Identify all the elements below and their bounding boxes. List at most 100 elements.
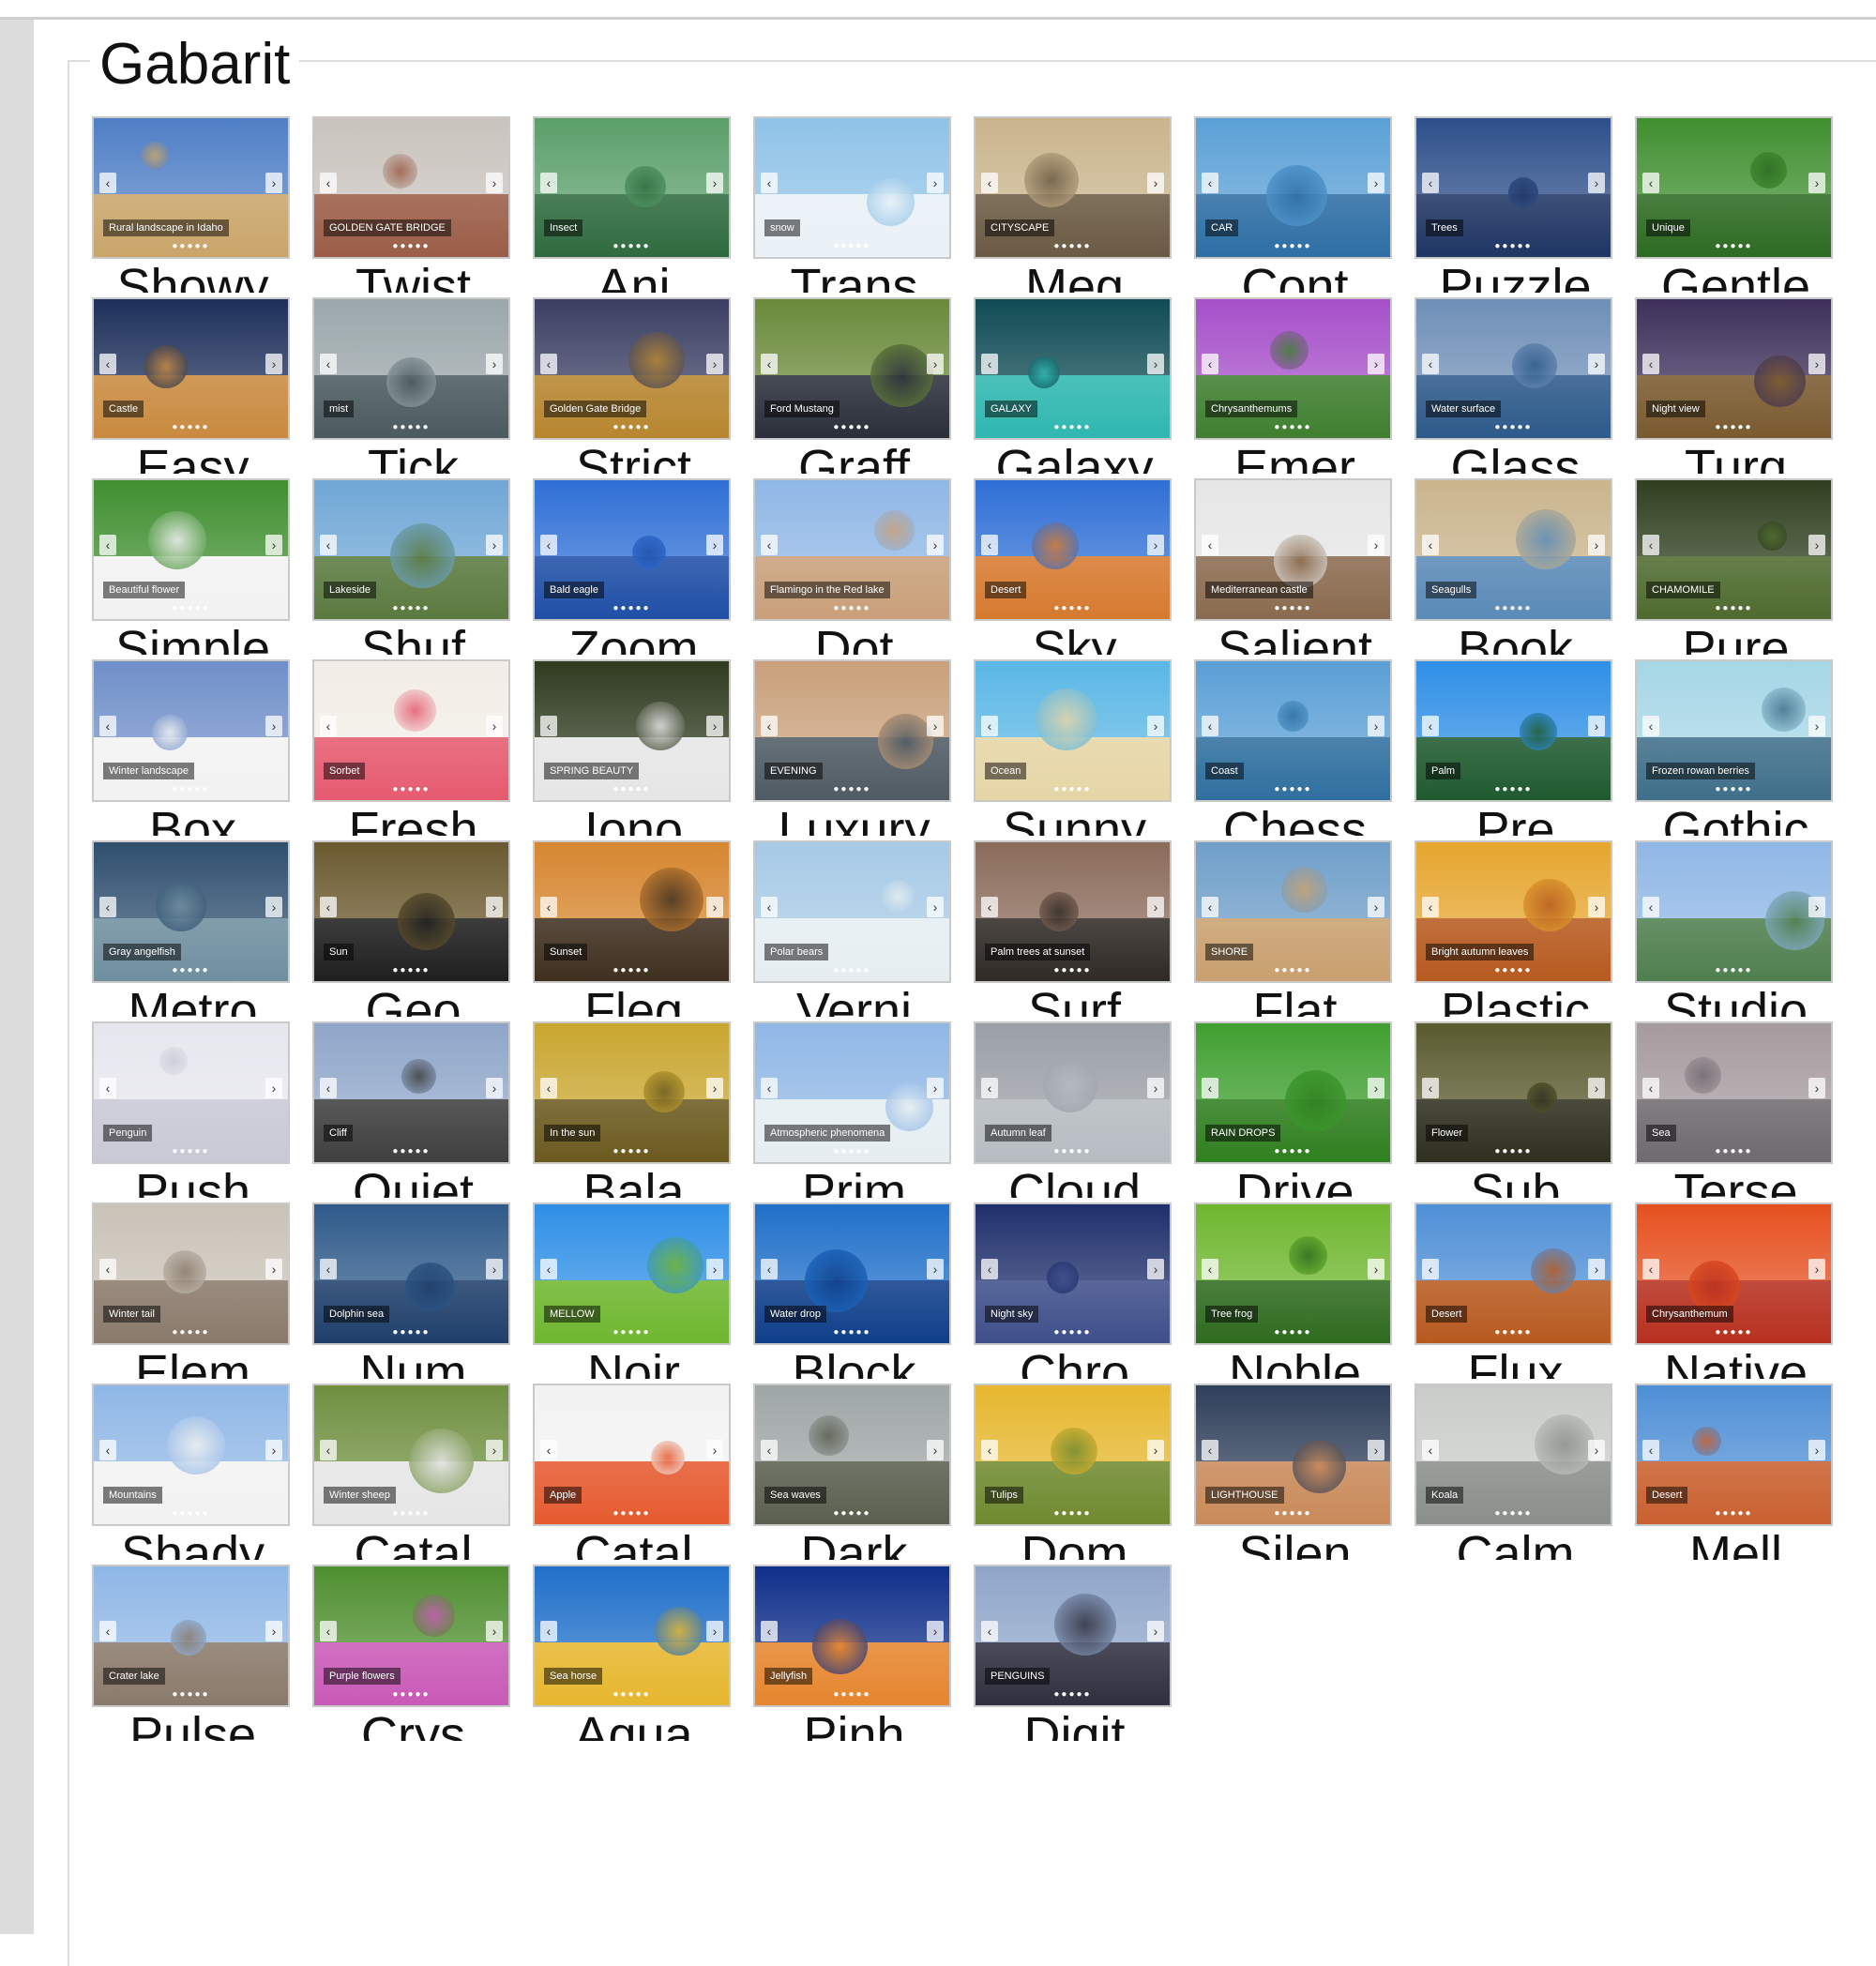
prev-arrow-icon: ‹ (1642, 897, 1659, 917)
template-tile[interactable]: ‹ › Palm trees at sunset ●●●●● Surf (974, 840, 1175, 1017)
template-tile[interactable]: ‹ › SHORE ●●●●● Flat (1194, 840, 1396, 1017)
template-tile[interactable]: ‹ › Water drop ●●●●● Block (753, 1202, 955, 1379)
template-thumbnail: ‹ › snow ●●●●● (753, 116, 951, 259)
template-tile[interactable]: ‹ › Apple ●●●●● Catal (533, 1384, 734, 1560)
template-tile[interactable]: ‹ › Castle ●●●●● Easy (92, 297, 294, 474)
slide-caption: Palm trees at sunset (985, 944, 1091, 960)
template-tile[interactable]: ‹ › Sorbet ●●●●● Fresh (312, 659, 514, 836)
template-tile[interactable]: ‹ › Bright autumn leaves ●●●●● Plastic (1415, 840, 1616, 1017)
template-tile[interactable]: ‹ › Koala ●●●●● Calm (1415, 1384, 1616, 1560)
template-tile[interactable]: ‹ › Unique ●●●●● Gentle (1635, 116, 1837, 293)
slide-caption: PENGUINS (985, 1668, 1051, 1685)
template-tile[interactable]: ‹ › Sun ●●●●● Geo (312, 840, 514, 1017)
template-tile[interactable]: ‹ › mist ●●●●● Tick (312, 297, 514, 474)
template-tile[interactable]: ‹ › Trees ●●●●● Puzzle (1415, 116, 1616, 293)
template-tile[interactable]: ‹ › Autumn leaf ●●●●● Cloud (974, 1021, 1175, 1198)
template-tile[interactable]: ‹ › CHAMOMILE ●●●●● Pure (1635, 478, 1837, 655)
template-tile[interactable]: ‹ › Winter tail ●●●●● Elem (92, 1202, 294, 1379)
template-tile[interactable]: ‹ › Tulips ●●●●● Dom (974, 1384, 1175, 1560)
slide-caption: CITYSCAPE (985, 219, 1055, 236)
template-tile[interactable]: ‹ › LIGHTHOUSE ●●●●● Silen (1194, 1384, 1396, 1560)
template-tile[interactable]: ‹ › Sea waves ●●●●● Dark (753, 1384, 955, 1560)
template-tile[interactable]: ‹ › MELLOW ●●●●● Noir (533, 1202, 734, 1379)
template-thumbnail: ‹ › Mountains ●●●●● (92, 1384, 290, 1526)
template-thumbnail: ‹ › Chrysanthemum ●●●●● (1635, 1202, 1833, 1345)
template-tile[interactable]: ‹ › Mediterranean castle ●●●●● Salient (1194, 478, 1396, 655)
template-label: Calm (1456, 1526, 1575, 1560)
template-tile[interactable]: ‹ › Gray angelfish ●●●●● Metro (92, 840, 294, 1017)
next-arrow-icon: › (1147, 897, 1164, 917)
template-tile[interactable]: ‹ › Purple flowers ●●●●● Crys (312, 1565, 514, 1741)
next-arrow-icon: › (1147, 173, 1164, 193)
template-label: Gentle (1660, 259, 1811, 293)
template-tile[interactable]: ‹ › Atmospheric phenomena ●●●●● Prim (753, 1021, 955, 1198)
template-tile[interactable]: ‹ › Desert ●●●●● Mell (1635, 1384, 1837, 1560)
template-tile[interactable]: ‹ › Crater lake ●●●●● Pulse (92, 1565, 294, 1741)
template-tile[interactable]: ‹ › Winter landscape ●●●●● Box (92, 659, 294, 836)
template-tile[interactable]: ‹ › Sea horse ●●●●● Aqua (533, 1565, 734, 1741)
template-label: Noble (1228, 1345, 1362, 1379)
template-tile[interactable]: ‹ › EVENING ●●●●● Luxury (753, 659, 955, 836)
template-tile[interactable]: ‹ › Bald eagle ●●●●● Zoom (533, 478, 734, 655)
template-tile[interactable]: ‹ › Lakeside ●●●●● Shuf (312, 478, 514, 655)
prev-arrow-icon: ‹ (320, 1440, 337, 1460)
template-tile[interactable]: ‹ › PENGUINS ●●●●● Digit (974, 1565, 1175, 1741)
next-arrow-icon: › (265, 897, 282, 917)
template-tile[interactable]: ‹ › Polar bears ●●●●● Verni (753, 840, 955, 1017)
template-tile[interactable]: ‹ › Coast ●●●●● Chess (1194, 659, 1396, 836)
template-tile[interactable]: ‹ › Seagulls ●●●●● Book (1415, 478, 1616, 655)
template-tile[interactable]: ‹ › Insect ●●●●● Ani (533, 116, 734, 293)
template-tile[interactable]: ‹ › CITYSCAPE ●●●●● Meg (974, 116, 1175, 293)
template-tile[interactable]: ‹ › snow ●●●●● Trans (753, 116, 955, 293)
template-tile[interactable]: ‹ › GALAXY ●●●●● Galaxy (974, 297, 1175, 474)
next-arrow-icon: › (1147, 716, 1164, 736)
template-label: Glass (1450, 440, 1581, 474)
template-tile[interactable]: ‹ › Ocean ●●●●● Sunny (974, 659, 1175, 836)
template-tile[interactable]: ‹ › Penguin ●●●●● Push (92, 1021, 294, 1198)
template-tile[interactable]: ‹ › Frozen rowan berries ●●●●● Gothic (1635, 659, 1837, 836)
prev-arrow-icon: ‹ (1642, 1259, 1659, 1279)
template-tile[interactable]: ‹ › GOLDEN GATE BRIDGE ●●●●● Twist (312, 116, 514, 293)
next-arrow-icon: › (1588, 173, 1605, 193)
thumbnail-subject (1278, 701, 1309, 732)
template-tile[interactable]: ‹ › Desert ●●●●● Flux (1415, 1202, 1616, 1379)
next-arrow-icon: › (486, 716, 503, 736)
template-tile[interactable]: ‹ › Cliff ●●●●● Quiet (312, 1021, 514, 1198)
template-tile[interactable]: ‹ › In the sun ●●●●● Bala (533, 1021, 734, 1198)
template-tile[interactable]: ‹ › Sea ●●●●● Terse (1635, 1021, 1837, 1198)
template-tile[interactable]: ‹ › Flamingo in the Red lake ●●●●● Dot (753, 478, 955, 655)
thumbnail-subject (1028, 356, 1060, 388)
pagination-dots-icon: ●●●●● (172, 784, 210, 794)
thumbnail-subject (159, 1047, 188, 1075)
template-tile[interactable]: ‹ › Chrysanthemum ●●●●● Native (1635, 1202, 1837, 1379)
template-tile[interactable]: ‹ › Sunset ●●●●● Fleg (533, 840, 734, 1017)
template-tile[interactable]: ‹ › Water surface ●●●●● Glass (1415, 297, 1616, 474)
template-tile[interactable]: ‹ › Palm ●●●●● Pre (1415, 659, 1616, 836)
template-tile[interactable]: ‹ › Ford Mustang ●●●●● Graff (753, 297, 955, 474)
template-tile[interactable]: ‹ › Flower ●●●●● Sub (1415, 1021, 1616, 1198)
slide-caption: Winter sheep (324, 1487, 396, 1504)
template-tile[interactable]: ‹ › Golden Gate Bridge ●●●●● Strict (533, 297, 734, 474)
template-tile[interactable]: ‹ › Dolphin sea ●●●●● Num (312, 1202, 514, 1379)
template-tile[interactable]: ‹ › Chrysanthemums ●●●●● Emer (1194, 297, 1396, 474)
template-tile[interactable]: ‹ › Winter sheep ●●●●● Catal (312, 1384, 514, 1560)
template-tile[interactable]: ‹ › Rural landscape in Idaho ●●●●● Showy (92, 116, 294, 293)
template-tile[interactable]: ‹ › SPRING BEAUTY ●●●●● Iono (533, 659, 734, 836)
thumbnail-background (1637, 299, 1831, 376)
template-tile[interactable]: ‹ › RAIN DROPS ●●●●● Drive (1194, 1021, 1396, 1198)
template-tile[interactable]: ‹ › Tree frog ●●●●● Noble (1194, 1202, 1396, 1379)
template-tile[interactable]: ‹ › CAR ●●●●● Cont (1194, 116, 1396, 293)
template-tile[interactable]: ‹ › ●●●●● Studio (1635, 840, 1837, 1017)
thumbnail-subject (409, 1429, 474, 1493)
template-thumbnail: ‹ › Lakeside ●●●●● (312, 478, 510, 621)
template-thumbnail: ‹ › Water surface ●●●●● (1415, 297, 1612, 440)
template-tile[interactable]: ‹ › Night sky ●●●●● Chro (974, 1202, 1175, 1379)
template-tile[interactable]: ‹ › Mountains ●●●●● Shady (92, 1384, 294, 1560)
thumbnail-background (1196, 1385, 1390, 1462)
template-thumbnail: ‹ › Sorbet ●●●●● (312, 659, 510, 802)
template-tile[interactable]: ‹ › Beautiful flower ●●●●● Simple (92, 478, 294, 655)
template-tile[interactable]: ‹ › Night view ●●●●● Turq (1635, 297, 1837, 474)
thumbnail-subject (1281, 867, 1327, 913)
template-tile[interactable]: ‹ › Desert ●●●●● Sky (974, 478, 1175, 655)
template-tile[interactable]: ‹ › Jellyfish ●●●●● Pinh (753, 1565, 955, 1741)
